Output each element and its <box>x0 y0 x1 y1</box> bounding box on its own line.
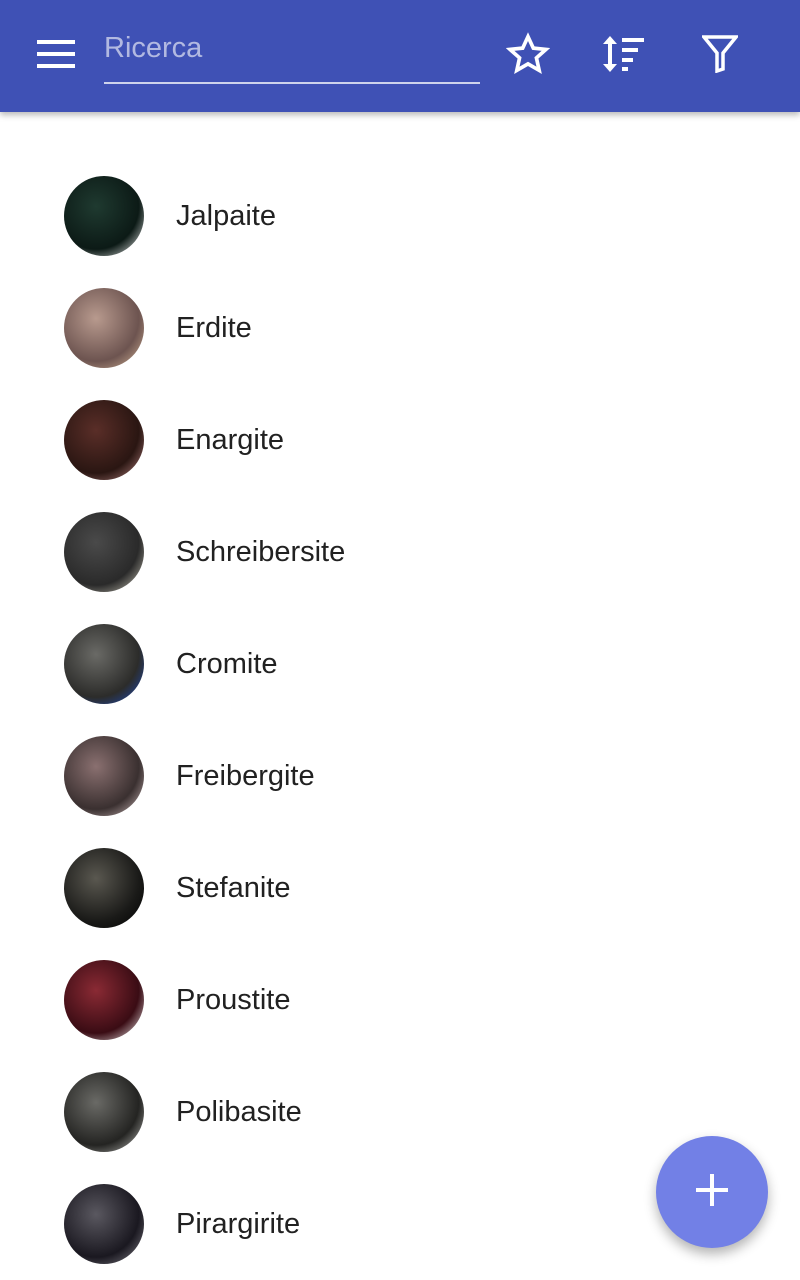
mineral-thumbnail <box>64 288 144 368</box>
search-field <box>104 24 480 84</box>
mineral-thumbnail <box>64 400 144 480</box>
mineral-name: Freibergite <box>176 760 315 792</box>
sort-button[interactable] <box>588 20 660 92</box>
mineral-thumbnail <box>64 624 144 704</box>
toolbar <box>0 0 800 112</box>
list-item[interactable]: Jalpaite <box>0 160 800 272</box>
mineral-thumbnail <box>64 1072 144 1152</box>
mineral-name: Cromite <box>176 648 278 680</box>
mineral-name: Pirargirite <box>176 1208 301 1240</box>
favorites-button[interactable] <box>492 20 564 92</box>
list-item[interactable]: Enargite <box>0 384 800 496</box>
mineral-thumbnail <box>64 176 144 256</box>
mineral-name: Enargite <box>176 424 285 456</box>
mineral-name: Stefanite <box>176 872 291 904</box>
list-item[interactable]: Proustite <box>0 944 800 1056</box>
mineral-list: Jalpaite Erdite Enargite Schreibersite Cromi… <box>0 160 800 1280</box>
mineral-name: Polibasite <box>176 1096 302 1128</box>
add-icon <box>696 1173 728 1211</box>
menu-button[interactable] <box>20 20 92 92</box>
list-item[interactable]: Schreibersite <box>0 496 800 608</box>
add-button[interactable] <box>656 1136 768 1248</box>
mineral-name: Erdite <box>176 312 252 344</box>
mineral-name: Proustite <box>176 984 291 1016</box>
mineral-name: Schreibersite <box>176 536 346 568</box>
list-item[interactable]: Freibergite <box>0 720 800 832</box>
mineral-thumbnail <box>64 512 144 592</box>
filter-icon <box>700 34 740 78</box>
list-item[interactable]: Erdite <box>0 272 800 384</box>
mineral-thumbnail <box>64 736 144 816</box>
star-outline-icon <box>505 31 551 81</box>
app: Jalpaite Erdite Enargite Schreibersite Cromi… <box>0 0 800 1280</box>
sort-icon <box>602 34 646 79</box>
filter-button[interactable] <box>684 20 756 92</box>
mineral-name: Jalpaite <box>176 200 276 232</box>
list-item[interactable]: Cromite <box>0 608 800 720</box>
menu-icon <box>37 39 75 73</box>
list-item[interactable]: Stefanite <box>0 832 800 944</box>
search-input[interactable] <box>104 24 480 72</box>
mineral-thumbnail <box>64 1184 144 1264</box>
mineral-thumbnail <box>64 960 144 1040</box>
mineral-thumbnail <box>64 848 144 928</box>
